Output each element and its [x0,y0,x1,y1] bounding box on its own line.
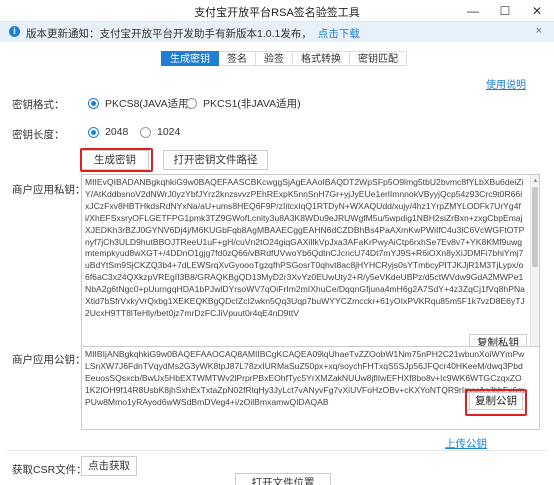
key-format-label: 密钥格式： [12,99,65,111]
tab-sign[interactable]: 签名 [219,51,256,66]
tab-verify[interactable]: 验签 [256,51,293,66]
radio-2048-label: 2048 [105,126,129,138]
update-notice-message: 版本更新通知：支付宝开放平台开发助手有新版本1.0.1发布， [26,28,312,40]
radio-dot-icon [88,98,99,109]
radio-pkcs8[interactable]: PKCS8(JAVA适用) [88,96,192,111]
update-notice-text: 版本更新通知：支付宝开放平台开发助手有新版本1.0.1发布， 点击下载 [26,26,360,41]
close-window-button[interactable]: ✕ [522,0,552,22]
radio-dot-icon [140,126,151,138]
radio-pkcs1[interactable]: PKCS1(非JAVA适用) [186,96,301,111]
public-key-text: MIIBIjANBgkqhkiG9w0BAQEFAAOCAQ8AMIIBCgKC… [85,349,525,407]
open-key-path-button[interactable]: 打开密钥文件路径 [163,150,268,170]
download-link[interactable]: 点击下载 [318,28,360,40]
radio-dot-icon [186,98,197,109]
tab-key-match[interactable]: 密钥匹配 [350,51,407,66]
maximize-button[interactable]: ☐ [490,0,520,22]
generate-key-highlight [80,148,153,172]
public-key-textarea[interactable]: MIIBIjANBgkqhkiG9w0BAQEFAAOCAQ8AMIIBCgKC… [81,346,540,430]
upload-public-key-link[interactable]: 上传公钥 [445,436,487,451]
copy-public-key-highlight [465,389,527,416]
public-key-label: 商户应用公钥： [12,354,86,366]
close-notice-icon[interactable]: × [536,25,542,37]
radio-dot-icon [88,126,99,138]
radio-1024-label: 1024 [157,126,181,138]
help-link[interactable]: 使用说明 [486,76,526,91]
tab-bar: 生成密钥 签名 验签 格式转换 密钥匹配 [161,51,407,66]
csr-label: 获取CSR文件： [12,464,87,476]
minimize-button[interactable]: — [458,0,488,22]
window-titlebar: 支付宝开放平台RSA签名验签工具 — ☐ ✕ [0,0,554,22]
radio-1024[interactable]: 1024 [140,126,180,138]
tab-generate-key[interactable]: 生成密钥 [161,51,219,66]
tab-format-convert[interactable]: 格式转换 [293,51,350,66]
update-notice-bar: i 版本更新通知：支付宝开放平台开发助手有新版本1.0.1发布， 点击下载 × [0,22,554,42]
get-csr-button[interactable]: 点击获取 [81,456,137,476]
private-key-label: 商户应用私钥： [12,184,86,196]
private-key-text: MIIEvQIBADANBgkqhkiG9w0BAQEFAASCBKcwggSj… [85,177,525,318]
radio-pkcs8-label: PKCS8(JAVA适用) [105,98,193,110]
radio-pkcs1-label: PKCS1(非JAVA适用) [203,98,301,110]
info-icon: i [9,26,20,37]
divider [7,450,547,451]
open-file-location-button[interactable]: 打开文件位置 [235,473,331,485]
key-length-label: 密钥长度： [12,129,65,141]
scroll-thumb[interactable] [532,187,538,267]
radio-2048[interactable]: 2048 [88,126,128,138]
